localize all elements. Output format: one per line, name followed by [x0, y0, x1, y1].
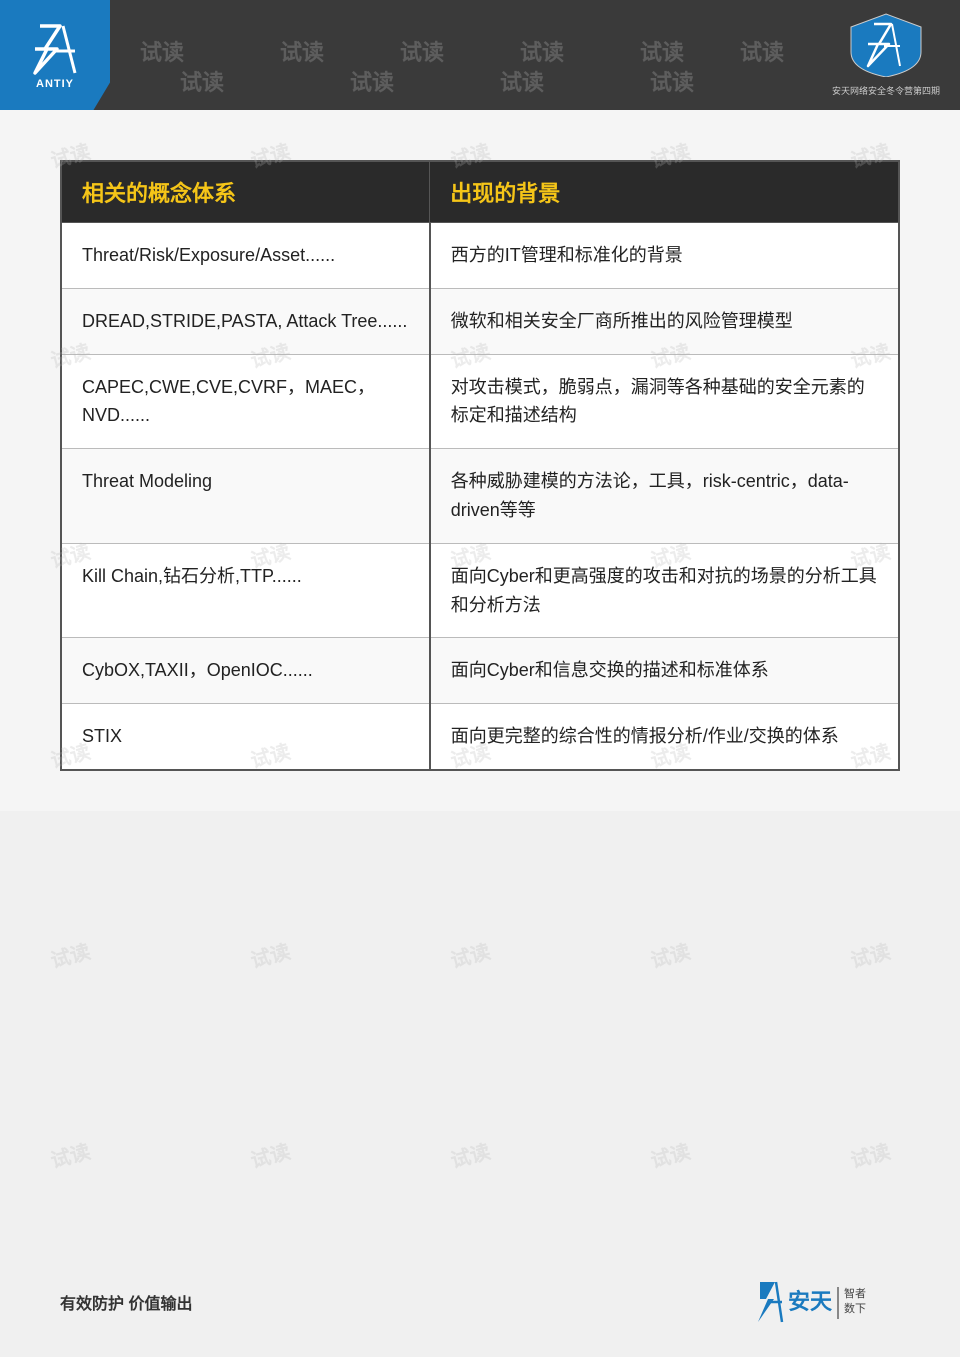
- table-row: Threat Modeling各种威胁建模的方法论，工具，risk-centri…: [61, 449, 899, 544]
- wm-1: 试读: [140, 35, 184, 67]
- col1-header: 相关的概念体系: [61, 161, 430, 223]
- table-cell-col2: 面向Cyber和信息交换的描述和标准体系: [430, 638, 899, 704]
- footer-left-text: 有效防护 价值输出: [60, 1290, 192, 1314]
- body-watermark-25: 试读: [47, 1135, 93, 1173]
- table-cell-col2: 各种威胁建模的方法论，工具，risk-centric，data-driven等等: [430, 449, 899, 544]
- svg-text:安天: 安天: [788, 1289, 833, 1314]
- header-right-logo: 安天网络安全冬令营第四期: [832, 12, 940, 97]
- body-watermark-27: 试读: [447, 1135, 493, 1173]
- table-cell-col1: Threat Modeling: [61, 449, 430, 544]
- wm-4: 试读: [520, 35, 564, 67]
- footer-antiy-logo: 安天 智者 数下: [750, 1277, 900, 1327]
- table-row: Threat/Risk/Exposure/Asset......西方的IT管理和…: [61, 223, 899, 289]
- body-watermark-21: 试读: [247, 935, 293, 973]
- table-cell-col1: CybOX,TAXII，OpenIOC......: [61, 638, 430, 704]
- wm-6: 试读: [740, 35, 784, 67]
- body-watermark-24: 试读: [847, 935, 893, 973]
- header: ANTIY 试读 试读 试读 试读 试读 试读 试读 试读 试读 试读 安天网络…: [0, 0, 960, 110]
- header-subtitle: 安天网络安全冬令营第四期: [832, 84, 940, 97]
- body-watermark-28: 试读: [647, 1135, 693, 1173]
- body-watermark-20: 试读: [47, 935, 93, 973]
- wm-7: 试读: [180, 65, 224, 97]
- body-watermark-23: 试读: [647, 935, 693, 973]
- main-content: 相关的概念体系 出现的背景 Threat/Risk/Exposure/Asset…: [0, 110, 960, 811]
- table-cell-col2: 对攻击模式，脆弱点，漏洞等各种基础的安全元素的标定和描述结构: [430, 354, 899, 449]
- antiy-shield-icon: [846, 12, 926, 77]
- wm-2: 试读: [280, 35, 324, 67]
- table-cell-col2: 微软和相关安全厂商所推出的风险管理模型: [430, 288, 899, 354]
- svg-text:智者: 智者: [844, 1286, 866, 1300]
- wm-5: 试读: [640, 35, 684, 67]
- body-watermark-26: 试读: [247, 1135, 293, 1173]
- wm-10: 试读: [650, 65, 694, 97]
- table-row: DREAD,STRIDE,PASTA, Attack Tree......微软和…: [61, 288, 899, 354]
- header-watermarks: 试读 试读 试读 试读 试读 试读 试读 试读 试读 试读: [0, 0, 960, 110]
- wm-8: 试读: [350, 65, 394, 97]
- table-row: Kill Chain,钻石分析,TTP......面向Cyber和更高强度的攻击…: [61, 543, 899, 638]
- body-watermark-22: 试读: [447, 935, 493, 973]
- table-cell-col2: 西方的IT管理和标准化的背景: [430, 223, 899, 289]
- wm-9: 试读: [500, 65, 544, 97]
- table-cell-col1: STIX: [61, 704, 430, 770]
- wm-3: 试读: [400, 35, 444, 67]
- logo-box: ANTIY: [0, 0, 110, 110]
- table-cell-col2: 面向Cyber和更高强度的攻击和对抗的场景的分析工具和分析方法: [430, 543, 899, 638]
- table-cell-col1: DREAD,STRIDE,PASTA, Attack Tree......: [61, 288, 430, 354]
- table-row: STIX面向更完整的综合性的情报分析/作业/交换的体系: [61, 704, 899, 770]
- concept-table: 相关的概念体系 出现的背景 Threat/Risk/Exposure/Asset…: [60, 160, 900, 771]
- table-row: CAPEC,CWE,CVE,CVRF，MAEC，NVD......对攻击模式，脆…: [61, 354, 899, 449]
- table-body: Threat/Risk/Exposure/Asset......西方的IT管理和…: [61, 223, 899, 770]
- table-cell-col1: Kill Chain,钻石分析,TTP......: [61, 543, 430, 638]
- logo-text: ANTIY: [36, 78, 74, 90]
- table-cell-col1: CAPEC,CWE,CVE,CVRF，MAEC，NVD......: [61, 354, 430, 449]
- footer: 有效防护 价值输出 安天 智者 数下: [0, 1277, 960, 1327]
- table-row: CybOX,TAXII，OpenIOC......面向Cyber和信息交换的描述…: [61, 638, 899, 704]
- table-cell-col2: 面向更完整的综合性的情报分析/作业/交换的体系: [430, 704, 899, 770]
- col2-header: 出现的背景: [430, 161, 899, 223]
- body-watermark-29: 试读: [847, 1135, 893, 1173]
- table-cell-col1: Threat/Risk/Exposure/Asset......: [61, 223, 430, 289]
- antiy-logo-icon: [25, 21, 85, 76]
- footer-right: 安天 智者 数下: [750, 1277, 900, 1327]
- svg-text:数下: 数下: [844, 1302, 866, 1315]
